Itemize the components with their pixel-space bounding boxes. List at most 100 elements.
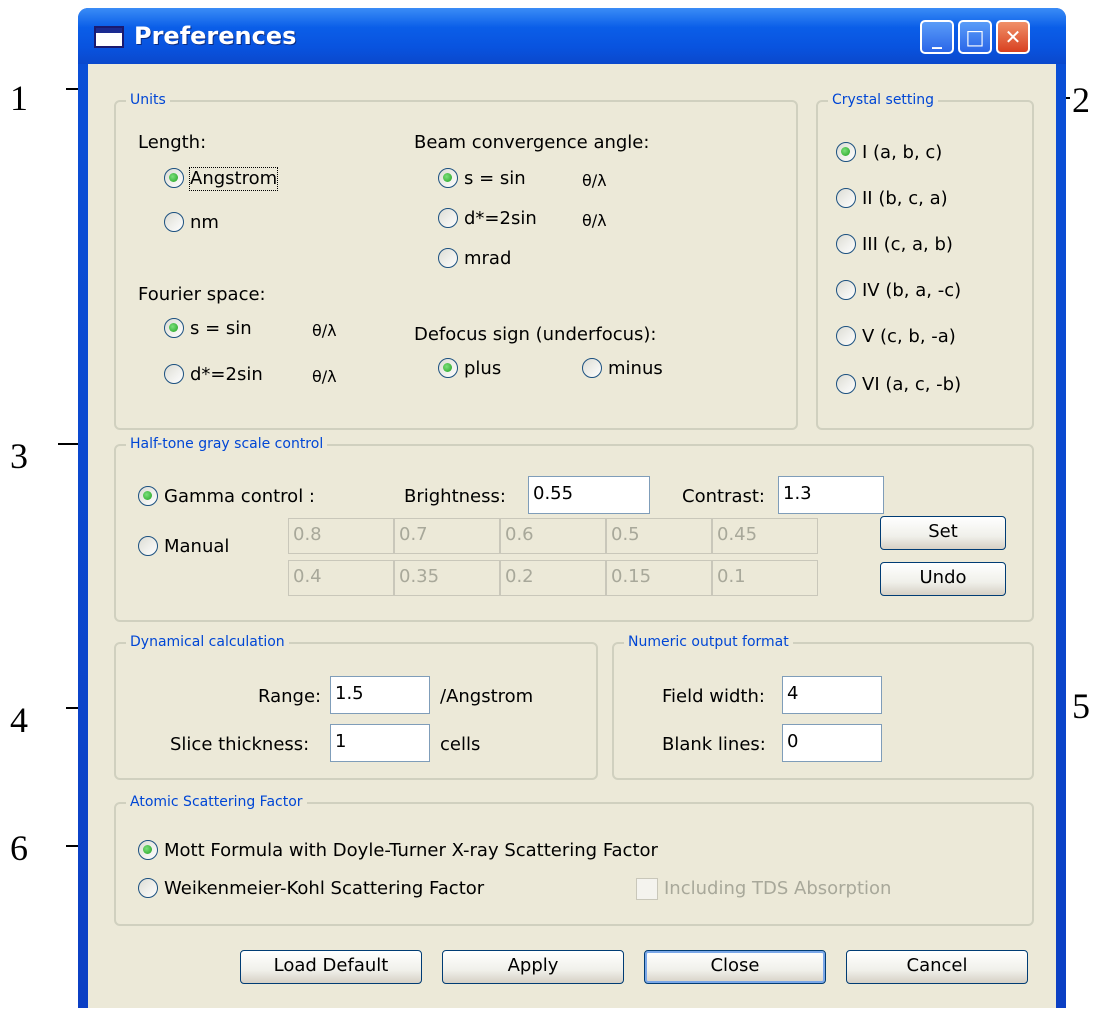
callout-6: 6 <box>10 828 28 868</box>
tds-absorption-label: Including TDS Absorption <box>664 878 892 899</box>
preferences-window: Preferences _ □ ✕ Units Length: Angstrom… <box>78 8 1066 1008</box>
weikenmeier-kohl-label[interactable]: Weikenmeier-Kohl Scattering Factor <box>164 878 484 900</box>
mott-formula-radio[interactable] <box>138 840 158 860</box>
defocus-minus-label[interactable]: minus <box>608 358 663 380</box>
gamma-control-radio[interactable] <box>138 486 158 506</box>
slice-thickness-unit: cells <box>440 734 481 755</box>
beam-s-label[interactable]: s = sin <box>464 168 526 190</box>
tds-absorption-checkbox[interactable] <box>636 878 658 900</box>
dialog-client-area: Units Length: Angstrom nm Fourier space:… <box>88 64 1056 1008</box>
manual-value-input[interactable]: 0.7 <box>394 518 500 554</box>
crystal-option-3-label[interactable]: III (c, a, b) <box>862 234 953 256</box>
window-title: Preferences <box>134 22 297 50</box>
fourier-s-radio[interactable] <box>164 318 184 338</box>
minimize-button[interactable]: _ <box>920 20 954 54</box>
fourier-s-suffix: θ/λ <box>312 321 337 340</box>
manual-value-input[interactable]: 0.45 <box>712 518 818 554</box>
beam-d-label[interactable]: d*=2sin <box>464 208 537 230</box>
defocus-plus-radio[interactable] <box>438 358 458 378</box>
brightness-input[interactable]: 0.55 <box>528 476 650 514</box>
callout-5: 5 <box>1072 686 1090 726</box>
manual-value-input[interactable]: 0.2 <box>500 560 606 596</box>
manual-value-input[interactable]: 0.1 <box>712 560 818 596</box>
crystal-option-1-label[interactable]: I (a, b, c) <box>862 142 942 164</box>
units-group: Units Length: Angstrom nm Fourier space:… <box>114 90 798 430</box>
manual-value-input[interactable]: 0.15 <box>606 560 712 596</box>
blank-lines-input[interactable]: 0 <box>782 724 882 762</box>
maximize-button[interactable]: □ <box>958 20 992 54</box>
gamma-control-label[interactable]: Gamma control : <box>164 486 315 508</box>
field-width-label: Field width: <box>662 686 765 707</box>
dynamical-calculation-group: Dynamical calculation Range: 1.5 /Angstr… <box>114 632 598 780</box>
brightness-label: Brightness: <box>404 486 506 507</box>
units-group-label: Units <box>126 90 170 110</box>
manual-value-input[interactable]: 0.35 <box>394 560 500 596</box>
mott-formula-label[interactable]: Mott Formula with Doyle-Turner X-ray Sca… <box>164 840 658 862</box>
callout-4: 4 <box>10 700 28 740</box>
crystal-option-2-radio[interactable] <box>836 188 856 208</box>
crystal-option-4-label[interactable]: IV (b, a, -c) <box>862 280 961 302</box>
beam-mrad-radio[interactable] <box>438 248 458 268</box>
crystal-option-4-radio[interactable] <box>836 280 856 300</box>
range-input[interactable]: 1.5 <box>330 676 430 714</box>
beam-s-suffix: θ/λ <box>582 171 607 190</box>
crystal-option-3-radio[interactable] <box>836 234 856 254</box>
blank-lines-label: Blank lines: <box>662 734 766 755</box>
fourier-s-label[interactable]: s = sin <box>190 318 252 340</box>
close-button[interactable]: Close <box>644 950 826 984</box>
manual-value-input[interactable]: 0.4 <box>288 560 394 596</box>
field-width-input[interactable]: 4 <box>782 676 882 714</box>
beam-convergence-label: Beam convergence angle: <box>414 132 650 153</box>
fourier-d-suffix: θ/λ <box>312 367 337 386</box>
crystal-option-5-radio[interactable] <box>836 326 856 346</box>
maximize-icon: □ <box>965 25 985 49</box>
callout-3: 3 <box>10 436 28 476</box>
apply-button[interactable]: Apply <box>442 950 624 984</box>
crystal-option-6-radio[interactable] <box>836 374 856 394</box>
fourier-d-label[interactable]: d*=2sin <box>190 364 263 386</box>
range-unit: /Angstrom <box>440 686 534 707</box>
beam-d-radio[interactable] <box>438 208 458 228</box>
manual-radio[interactable] <box>138 536 158 556</box>
fourier-space-label: Fourier space: <box>138 284 266 305</box>
manual-value-input[interactable]: 0.6 <box>500 518 606 554</box>
beam-mrad-label[interactable]: mrad <box>464 248 511 270</box>
weikenmeier-kohl-radio[interactable] <box>138 878 158 898</box>
length-angstrom-radio[interactable] <box>164 168 184 188</box>
defocus-minus-radio[interactable] <box>582 358 602 378</box>
crystal-option-6-label[interactable]: VI (a, c, -b) <box>862 374 961 396</box>
minimize-icon: _ <box>932 25 942 49</box>
load-default-button[interactable]: Load Default <box>240 950 422 984</box>
close-window-button[interactable]: ✕ <box>996 20 1030 54</box>
crystal-option-1-radio[interactable] <box>836 142 856 162</box>
set-button[interactable]: Set <box>880 516 1006 550</box>
manual-value-input[interactable]: 0.5 <box>606 518 712 554</box>
beam-d-suffix: θ/λ <box>582 211 607 230</box>
cancel-button[interactable]: Cancel <box>846 950 1028 984</box>
crystal-option-5-label[interactable]: V (c, b, -a) <box>862 326 956 348</box>
scattering-factor-group-label: Atomic Scattering Factor <box>126 792 307 812</box>
manual-label[interactable]: Manual <box>164 536 229 558</box>
length-nm-label[interactable]: nm <box>190 212 219 234</box>
slice-thickness-input[interactable]: 1 <box>330 724 430 762</box>
numeric-output-group-label: Numeric output format <box>624 632 793 652</box>
fourier-d-radio[interactable] <box>164 364 184 384</box>
callout-2: 2 <box>1072 80 1090 120</box>
manual-value-input[interactable]: 0.8 <box>288 518 394 554</box>
title-bar[interactable]: Preferences _ □ ✕ <box>78 8 1066 64</box>
numeric-output-group: Numeric output format Field width: 4 Bla… <box>612 632 1034 780</box>
crystal-setting-group-label: Crystal setting <box>828 90 939 110</box>
window-app-icon <box>94 26 124 48</box>
contrast-input[interactable]: 1.3 <box>778 476 884 514</box>
dynamical-calculation-group-label: Dynamical calculation <box>126 632 289 652</box>
halftone-group-label: Half-tone gray scale control <box>126 434 328 454</box>
callout-1: 1 <box>10 78 28 118</box>
close-icon: ✕ <box>1004 25 1022 49</box>
halftone-group: Half-tone gray scale control Gamma contr… <box>114 434 1034 622</box>
length-nm-radio[interactable] <box>164 212 184 232</box>
length-angstrom-label[interactable]: Angstrom <box>188 167 279 191</box>
crystal-option-2-label[interactable]: II (b, c, a) <box>862 188 948 210</box>
undo-button[interactable]: Undo <box>880 562 1006 596</box>
beam-s-radio[interactable] <box>438 168 458 188</box>
defocus-plus-label[interactable]: plus <box>464 358 501 380</box>
